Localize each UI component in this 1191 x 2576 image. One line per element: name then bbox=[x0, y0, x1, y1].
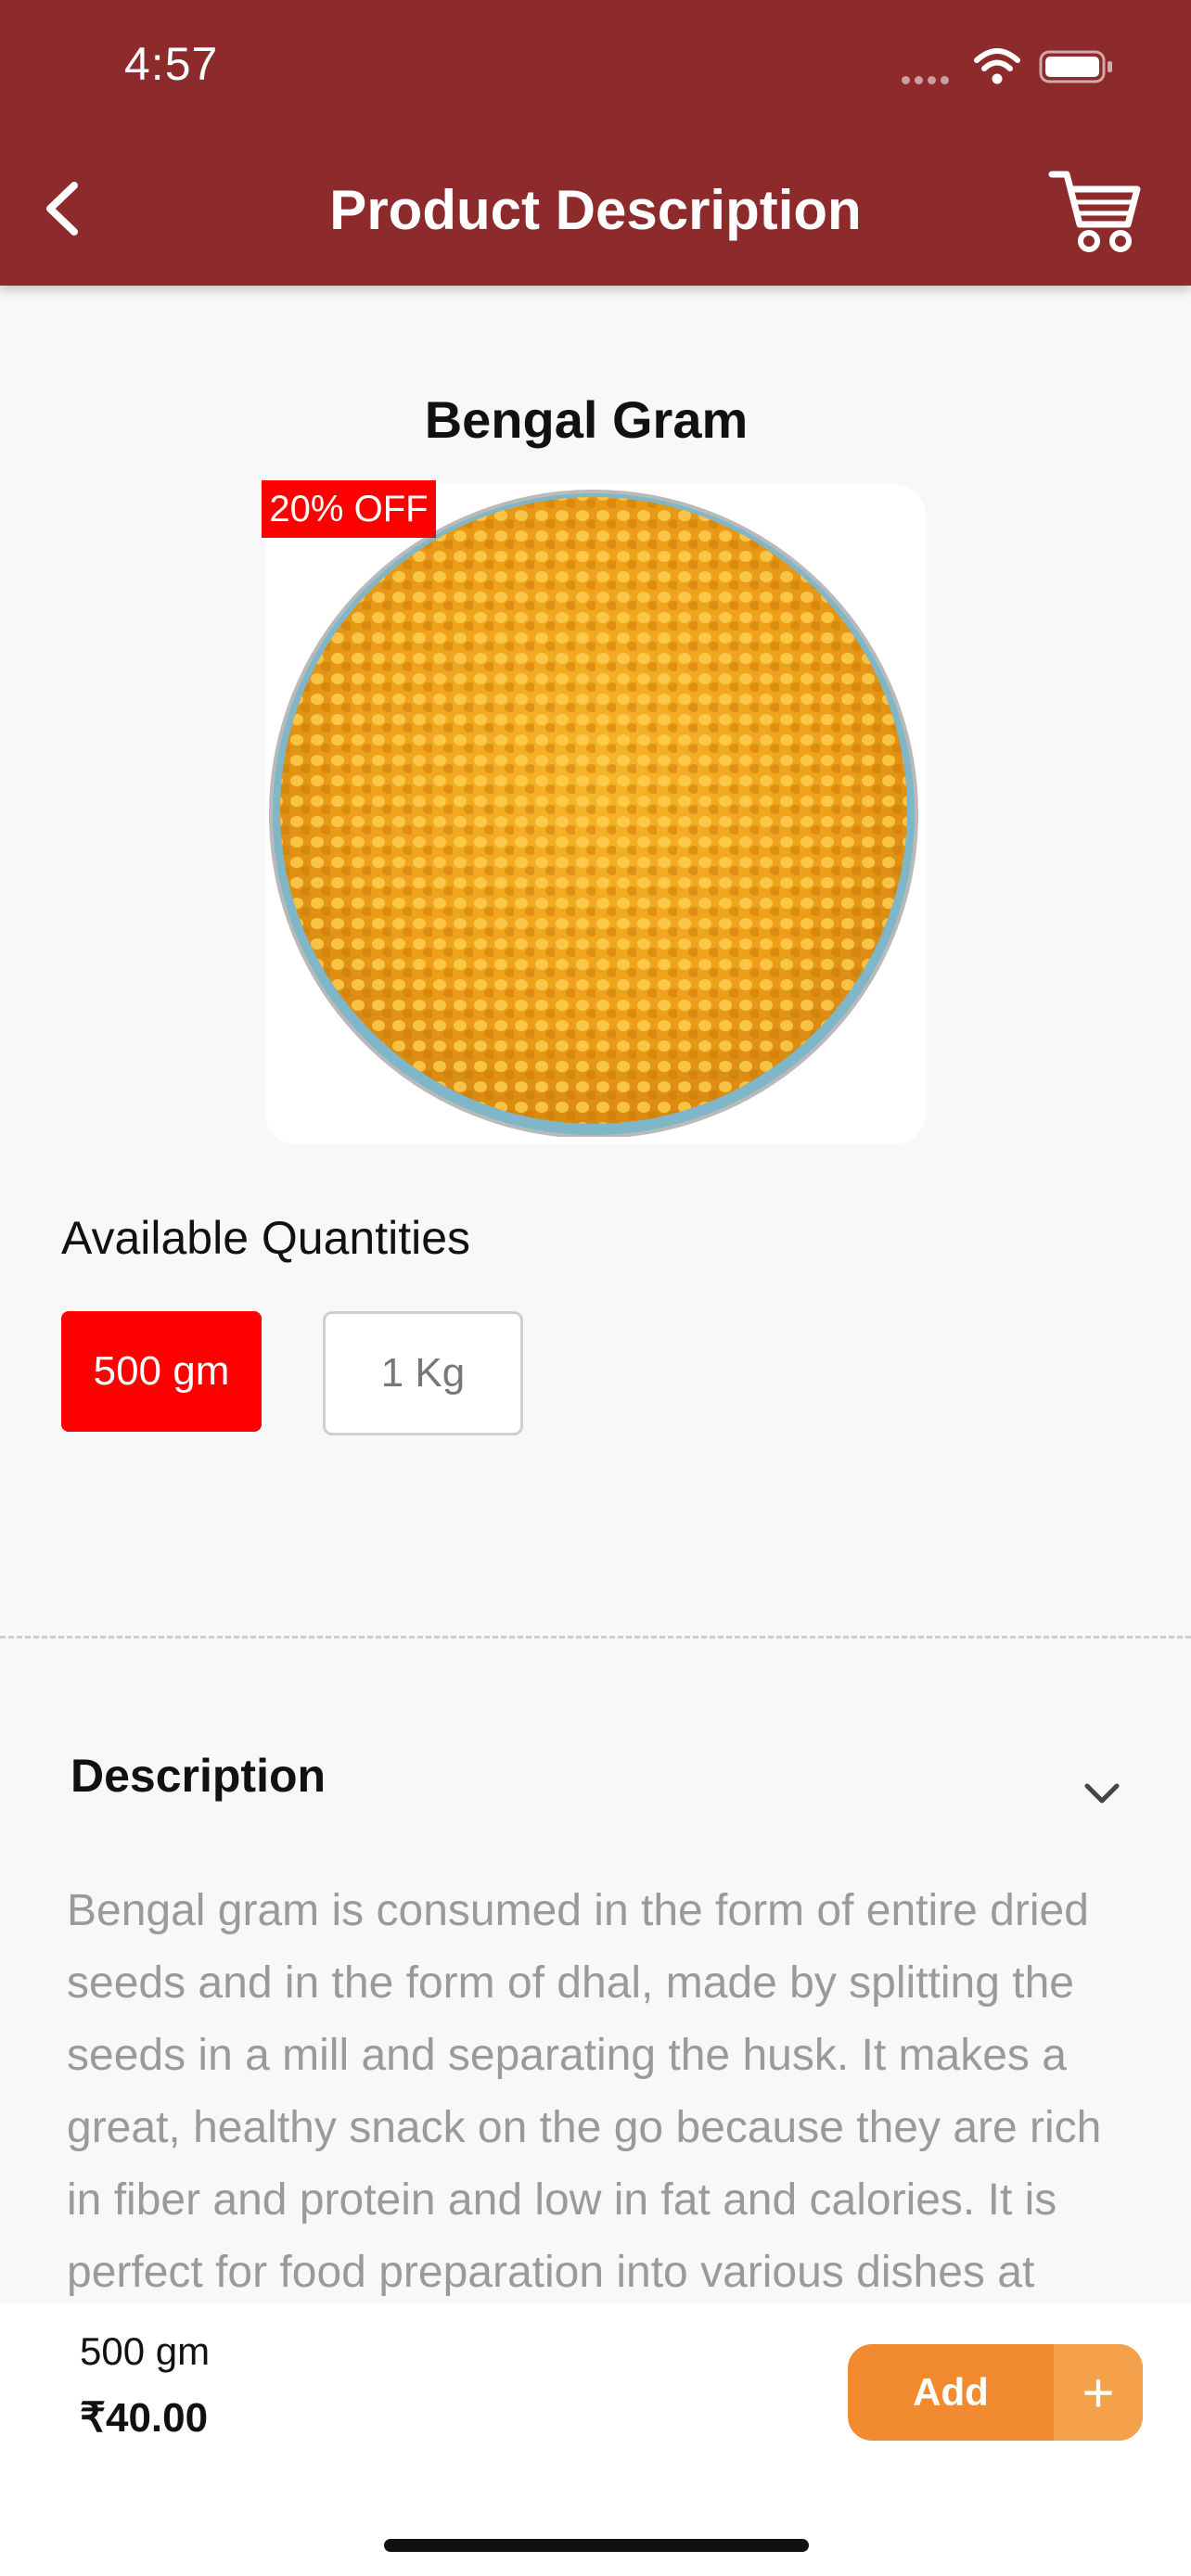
section-divider bbox=[0, 1636, 1191, 1639]
quantity-option-500gm[interactable]: 500 gm bbox=[61, 1311, 262, 1432]
product-name: Bengal Gram bbox=[424, 390, 749, 449]
description-heading: Description bbox=[70, 1750, 327, 1802]
quantity-option-1kg[interactable]: 1 Kg bbox=[323, 1311, 523, 1435]
selected-quantity: 500 gm bbox=[80, 2329, 211, 2373]
quantities-heading: Available Quantities bbox=[61, 1212, 471, 1264]
cellular-signal-icon bbox=[902, 72, 957, 84]
discount-badge: 20% OFF bbox=[262, 480, 436, 538]
chevron-down-icon[interactable] bbox=[1082, 1779, 1122, 1806]
description-text: Bengal gram is consumed in the form of e… bbox=[67, 1886, 1102, 2297]
page-title: Product Description bbox=[329, 179, 862, 241]
status-time: 4:57 bbox=[124, 38, 219, 90]
cart-icon[interactable] bbox=[1048, 167, 1141, 254]
home-indicator bbox=[384, 2539, 809, 2552]
wifi-icon bbox=[974, 48, 1020, 84]
plus-icon[interactable]: + bbox=[1054, 2344, 1143, 2441]
price: ₹40.00 bbox=[80, 2395, 209, 2441]
product-image bbox=[269, 490, 918, 1137]
add-to-cart-button[interactable]: Add + bbox=[848, 2344, 1143, 2441]
add-label: Add bbox=[913, 2370, 989, 2414]
battery-icon bbox=[1039, 50, 1112, 83]
product-image-card bbox=[265, 484, 926, 1144]
